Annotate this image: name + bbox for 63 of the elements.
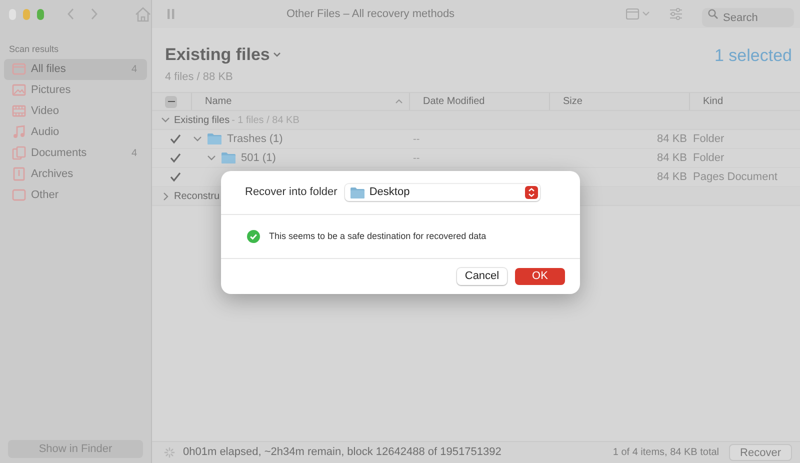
row-checkbox[interactable] bbox=[169, 171, 181, 183]
sidebar-item[interactable]: Audio bbox=[4, 122, 147, 142]
chevron-icon[interactable] bbox=[207, 155, 216, 161]
selection-count: 1 selected bbox=[714, 45, 792, 67]
sidebar-item[interactable]: Other bbox=[4, 184, 147, 206]
chevron-icon[interactable] bbox=[193, 136, 202, 142]
category-icon bbox=[12, 146, 26, 160]
page-title: Existing files bbox=[165, 44, 270, 66]
kind-cell-text: Pages Document bbox=[693, 170, 778, 185]
home-icon[interactable] bbox=[135, 6, 151, 22]
filter-icon[interactable] bbox=[669, 8, 683, 20]
date-cell: -- bbox=[413, 134, 420, 144]
folder-dropdown[interactable]: Desktop bbox=[345, 184, 540, 201]
back-icon[interactable] bbox=[67, 8, 75, 20]
size-cell-text: 84 KB bbox=[657, 150, 687, 166]
recover-button[interactable]: Recover bbox=[729, 444, 792, 461]
forward-icon[interactable] bbox=[90, 8, 98, 20]
pause-icon[interactable] bbox=[167, 8, 175, 20]
folder-icon bbox=[207, 133, 222, 145]
file-name[interactable]: 501 (1) bbox=[241, 150, 276, 166]
column-header[interactable]: Kind bbox=[689, 93, 800, 110]
select-all-checkbox[interactable] bbox=[165, 96, 177, 108]
status-message: This seems to be a safe destination for recovered data bbox=[269, 230, 486, 243]
file-summary: 4 files / 88 KB bbox=[165, 70, 234, 84]
category-icon bbox=[12, 167, 26, 181]
size-cell-text: 84 KB bbox=[657, 132, 687, 147]
success-icon bbox=[247, 230, 260, 243]
sidebar-item[interactable]: Archives bbox=[4, 164, 147, 184]
kind-cell-text: Folder bbox=[693, 132, 724, 147]
sidebar-item[interactable]: Documents 4 bbox=[4, 142, 147, 164]
cancel-button[interactable]: Cancel bbox=[457, 268, 507, 285]
folder-icon bbox=[221, 152, 236, 164]
column-header[interactable]: Date Modified bbox=[409, 93, 549, 110]
row-checkbox[interactable] bbox=[169, 133, 181, 145]
stepper-icon[interactable] bbox=[525, 186, 538, 199]
row-checkbox[interactable] bbox=[169, 152, 181, 164]
size-cell-text: 84 KB bbox=[657, 170, 687, 185]
view-options-icon[interactable] bbox=[626, 8, 652, 20]
chevron-icon[interactable] bbox=[161, 192, 170, 200]
items-summary: 1 of 4 items, 84 KB total bbox=[612, 446, 720, 460]
category-icon bbox=[12, 125, 26, 139]
sidebar-item[interactable]: Pictures bbox=[4, 80, 147, 100]
category-icon bbox=[12, 188, 26, 202]
category-icon bbox=[12, 62, 26, 76]
column-header[interactable]: Name bbox=[191, 93, 409, 110]
caret-icon[interactable] bbox=[272, 52, 281, 58]
ok-button[interactable]: OK bbox=[515, 268, 565, 285]
scan-progress: 0h01m elapsed, ~2h34m remain, block 12642488 of 1951751392 bbox=[183, 445, 502, 460]
search-field[interactable]: Search bbox=[702, 8, 794, 27]
window-title: Other Files – All recovery methods bbox=[285, 6, 456, 22]
column-header[interactable]: Size bbox=[549, 93, 689, 110]
category-icon bbox=[12, 104, 26, 118]
kind-cell-text: Folder bbox=[693, 150, 724, 166]
date-cell: -- bbox=[413, 152, 420, 164]
field-label: Recover into folder bbox=[245, 185, 338, 200]
folder-icon bbox=[350, 186, 366, 198]
file-name[interactable]: Trashes (1) bbox=[227, 130, 283, 148]
section-title: Scan results bbox=[8, 43, 60, 56]
search-icon bbox=[708, 9, 718, 19]
chevron-icon[interactable] bbox=[161, 117, 170, 123]
category-icon bbox=[12, 83, 26, 97]
sidebar-item[interactable]: Video bbox=[4, 100, 147, 122]
sort-icon[interactable] bbox=[395, 99, 403, 104]
